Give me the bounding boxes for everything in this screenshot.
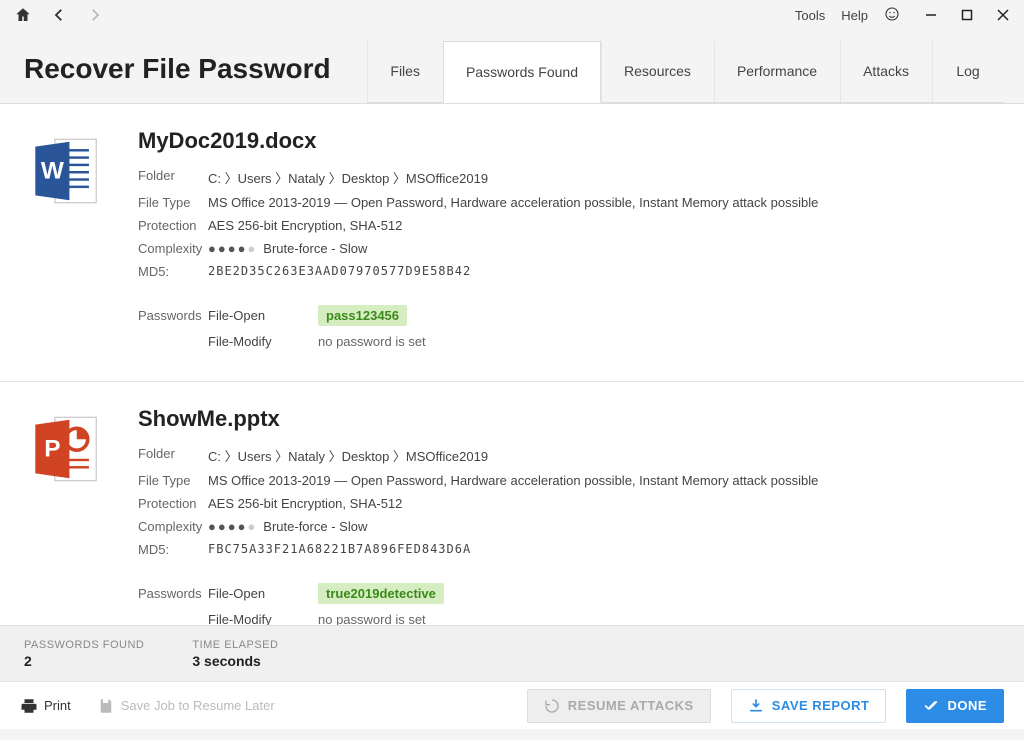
menu-help[interactable]: Help	[841, 8, 868, 23]
tab-passwords-found[interactable]: Passwords Found	[443, 41, 601, 103]
menu-tools[interactable]: Tools	[795, 8, 825, 23]
page-title: Recover File Password	[24, 53, 367, 103]
window-controls	[922, 6, 1012, 24]
folder-value: C: 〉Users 〉Nataly 〉Desktop 〉MSOffice2019	[208, 446, 488, 465]
password-type: File-Modify	[208, 612, 318, 625]
forward-icon	[84, 4, 106, 26]
feedback-icon[interactable]	[884, 6, 900, 25]
password-found-value: true2019detective	[318, 583, 444, 604]
complexity-value: ●●●●●Brute-force - Slow	[208, 241, 367, 256]
password-type: File-Modify	[208, 334, 318, 349]
password-found-value: pass123456	[318, 305, 407, 326]
tab-log[interactable]: Log	[932, 40, 1004, 102]
file-entry: W MyDoc2019.docx FolderC: 〉Users 〉Nataly…	[0, 104, 1024, 382]
print-button[interactable]: Print	[20, 697, 71, 715]
password-type: File-Open	[208, 586, 318, 601]
tab-attacks[interactable]: Attacks	[840, 40, 932, 102]
download-icon	[748, 698, 764, 714]
maximize-icon[interactable]	[958, 6, 976, 24]
svg-text:P: P	[44, 435, 60, 462]
close-icon[interactable]	[994, 6, 1012, 24]
meta-label: MD5:	[138, 542, 208, 557]
tabs: Files Passwords Found Resources Performa…	[367, 40, 1004, 103]
complexity-dots: ●●●●●	[208, 519, 257, 534]
done-button[interactable]: DONE	[906, 689, 1004, 723]
password-type: File-Open	[208, 308, 318, 323]
tab-files[interactable]: Files	[367, 40, 443, 102]
save-report-button[interactable]: SAVE REPORT	[731, 689, 887, 723]
meta-label: Complexity	[138, 519, 208, 534]
summary-time-elapsed: TIME ELAPSED 3 seconds	[192, 639, 278, 669]
meta-label: Protection	[138, 218, 208, 233]
file-name: MyDoc2019.docx	[138, 128, 996, 154]
complexity-dots: ●●●●●	[208, 241, 257, 256]
resume-icon	[544, 698, 560, 714]
md5-value: 2BE2D35C263E3AAD07970577D9E58B42	[208, 264, 471, 279]
meta-label: Folder	[138, 446, 208, 465]
password-none-value: no password is set	[318, 612, 426, 625]
top-toolbar: Tools Help	[0, 0, 1024, 30]
top-menu: Tools Help	[795, 6, 900, 25]
check-icon	[923, 698, 939, 714]
summary-passwords-found: PASSWORDS FOUND 2	[24, 639, 144, 669]
complexity-value: ●●●●●Brute-force - Slow	[208, 519, 367, 534]
meta-label: File Type	[138, 473, 208, 488]
header-row: Recover File Password Files Passwords Fo…	[0, 30, 1024, 103]
home-icon[interactable]	[12, 4, 34, 26]
action-bar: Print Save Job to Resume Later RESUME AT…	[0, 681, 1024, 729]
meta-label: Folder	[138, 168, 208, 187]
protection-value: AES 256-bit Encryption, SHA-512	[208, 218, 402, 233]
minimize-icon[interactable]	[922, 6, 940, 24]
summary-bar: PASSWORDS FOUND 2 TIME ELAPSED 3 seconds	[0, 625, 1024, 681]
md5-value: FBC75A33F21A68221B7A896FED843D6A	[208, 542, 471, 557]
tab-resources[interactable]: Resources	[601, 40, 714, 102]
folder-value: C: 〉Users 〉Nataly 〉Desktop 〉MSOffice2019	[208, 168, 488, 187]
meta-label: Complexity	[138, 241, 208, 256]
password-none-value: no password is set	[318, 334, 426, 349]
meta-label: MD5:	[138, 264, 208, 279]
meta-label: Passwords	[138, 586, 208, 601]
file-entry: P ShowMe.pptx FolderC: 〉Users 〉Nataly 〉D…	[0, 382, 1024, 625]
svg-text:W: W	[41, 157, 64, 184]
file-type-value: MS Office 2013-2019 — Open Password, Har…	[208, 195, 818, 210]
meta-label: File Type	[138, 195, 208, 210]
nav-icons	[12, 4, 106, 26]
meta-label: Protection	[138, 496, 208, 511]
file-type-value: MS Office 2013-2019 — Open Password, Har…	[208, 473, 818, 488]
main-content[interactable]: W MyDoc2019.docx FolderC: 〉Users 〉Nataly…	[0, 103, 1024, 625]
back-icon[interactable]	[48, 4, 70, 26]
resume-attacks-button: RESUME ATTACKS	[527, 689, 711, 723]
tab-performance[interactable]: Performance	[714, 40, 840, 102]
protection-value: AES 256-bit Encryption, SHA-512	[208, 496, 402, 511]
save-icon	[97, 697, 115, 715]
file-type-icon: P	[28, 406, 108, 625]
file-type-icon: W	[28, 128, 108, 353]
file-name: ShowMe.pptx	[138, 406, 996, 432]
save-job-button: Save Job to Resume Later	[97, 697, 275, 715]
meta-label: Passwords	[138, 308, 208, 323]
print-icon	[20, 697, 38, 715]
